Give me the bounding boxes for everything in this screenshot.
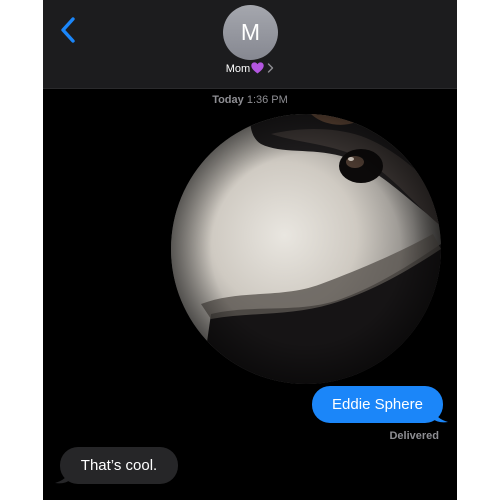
- received-message-bubble[interactable]: That’s cool.: [60, 447, 178, 484]
- messages-screen: M Mom Today 1:36 PM Eddie Sphere Deliver…: [43, 0, 457, 500]
- contact-details-button[interactable]: Mom: [43, 62, 457, 75]
- contact-avatar[interactable]: M: [223, 5, 278, 60]
- sent-message-text: Eddie Sphere: [332, 396, 423, 413]
- avatar-initial: M: [240, 19, 261, 45]
- received-message-text: That’s cool.: [80, 457, 158, 474]
- timestamp-day: Today: [212, 94, 244, 106]
- received-bubble-tail: [55, 467, 71, 484]
- delivery-status: Delivered: [389, 430, 439, 442]
- chevron-left-icon: [61, 17, 75, 43]
- sent-bubble-tail: [432, 406, 448, 423]
- contact-name: Mom: [225, 63, 251, 75]
- purple-heart-icon: [251, 62, 264, 74]
- timestamp-time: 1:36 PM: [246, 94, 288, 106]
- chevron-right-icon: [268, 63, 274, 73]
- conversation-header: M Mom: [43, 0, 457, 89]
- back-button[interactable]: [57, 14, 81, 46]
- message-timestamp: Today 1:36 PM: [43, 94, 457, 106]
- sent-image-message[interactable]: [171, 114, 441, 384]
- sphere-photo: [171, 114, 441, 384]
- sent-message-bubble[interactable]: Eddie Sphere: [312, 386, 443, 423]
